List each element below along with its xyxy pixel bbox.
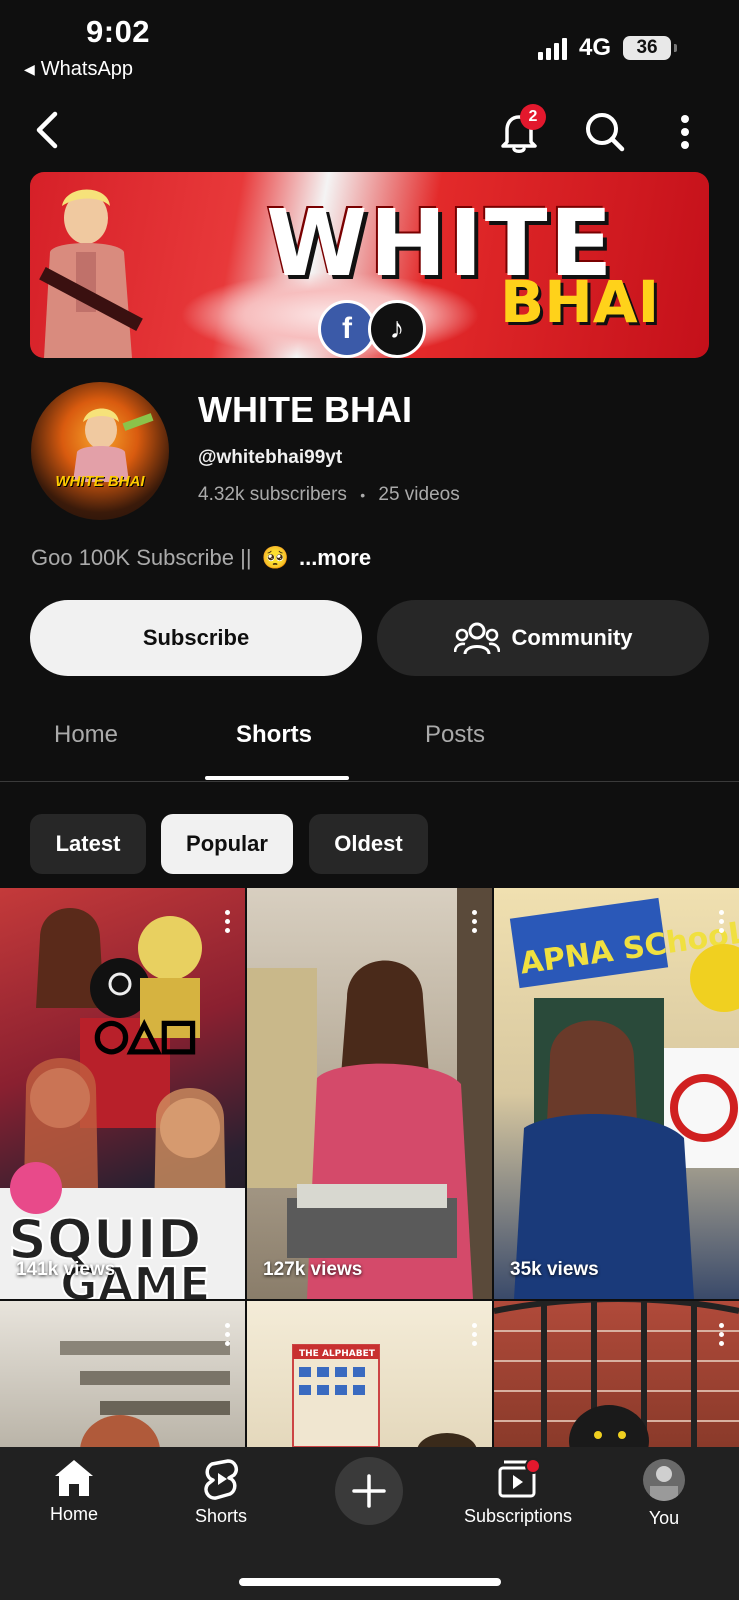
battery-icon: 36: [623, 36, 678, 60]
community-button[interactable]: Community: [377, 600, 709, 676]
svg-text:○△□: ○△□: [94, 1012, 197, 1058]
filter-chip-popular[interactable]: Popular: [161, 814, 293, 874]
tab-shorts[interactable]: Shorts: [236, 721, 312, 749]
short-more-icon[interactable]: [225, 1323, 231, 1346]
back-app-label: WhatsApp: [40, 58, 134, 80]
status-indicators: 4G 36: [538, 34, 678, 62]
subscriber-count: 4.32k subscribers: [198, 484, 347, 505]
create-button[interactable]: [335, 1457, 403, 1525]
svg-text:THE ALPHABET: THE ALPHABET: [299, 1349, 376, 1359]
back-button[interactable]: [26, 106, 66, 154]
signal-icon: [538, 36, 567, 60]
nav-home-label: Home: [49, 1504, 98, 1524]
stairs-thumbnail-image: [60, 1341, 230, 1447]
short-more-icon[interactable]: [472, 910, 478, 933]
search-icon: [586, 113, 625, 152]
back-to-app-link[interactable]: ◀ WhatsApp: [24, 58, 133, 81]
avatar-text: WHITE BHAI: [55, 473, 145, 490]
back-triangle-icon: ◀: [24, 61, 35, 77]
channel-name: WHITE BHAI: [198, 389, 412, 430]
back-arrow-icon: [36, 111, 58, 149]
banner-character-image: [39, 189, 143, 358]
short-thumbnail[interactable]: 127k views: [247, 888, 492, 1299]
nav-you-label: You: [648, 1508, 680, 1528]
tabs-divider: [0, 781, 739, 782]
video-count: 25 videos: [378, 484, 460, 505]
channel-banner: WHITE BHAI f ♪: [30, 172, 709, 358]
more-link[interactable]: ...more: [299, 545, 371, 571]
short-more-icon[interactable]: [225, 910, 231, 933]
short-views: 141k views: [16, 1259, 116, 1280]
nav-you[interactable]: You: [636, 1458, 692, 1529]
status-time: 9:02: [86, 14, 151, 49]
nav-subscriptions-label: Subscriptions: [463, 1506, 573, 1526]
subscriptions-icon: [498, 1458, 540, 1498]
more-vert-icon: [681, 115, 689, 149]
short-thumbnail[interactable]: [0, 1301, 245, 1447]
avatar-character-image: [73, 408, 154, 482]
apna-school-thumbnail-image: APNA SChooL: [509, 897, 739, 1299]
brick-cage-thumbnail-image: [494, 1301, 739, 1447]
nav-shorts-label: Shorts: [194, 1506, 248, 1526]
nav-home[interactable]: Home: [44, 1458, 104, 1525]
short-thumbnail[interactable]: [494, 1301, 739, 1447]
channel-description[interactable]: Goo 100K Subscribe || 🥺 ...more: [31, 545, 371, 571]
shorts-icon: [204, 1459, 238, 1500]
squid-game-thumbnail-image: SQUID GAME ○△□: [0, 908, 245, 1299]
nav-subscriptions[interactable]: Subscriptions: [458, 1458, 578, 1527]
avatar: [643, 1459, 685, 1501]
short-thumbnail[interactable]: SQUID GAME ○△□ 141k views: [0, 888, 245, 1299]
community-label: Community: [511, 625, 633, 650]
short-views: 127k views: [263, 1259, 363, 1280]
filter-chip-oldest[interactable]: Oldest: [309, 814, 428, 874]
banner-subtitle: BHAI: [500, 268, 660, 336]
home-indicator: [239, 1578, 501, 1586]
tab-home[interactable]: Home: [54, 721, 118, 749]
notification-badge: 2: [520, 104, 546, 130]
filter-chip-latest[interactable]: Latest: [30, 814, 146, 874]
short-more-icon[interactable]: [719, 1323, 725, 1346]
pleading-face-emoji: 🥺: [261, 545, 289, 570]
channel-handle: @whitebhai99yt: [198, 447, 343, 468]
short-more-icon[interactable]: [719, 910, 725, 933]
subscribe-button[interactable]: Subscribe: [30, 600, 362, 676]
nav-shorts[interactable]: Shorts: [186, 1458, 256, 1527]
short-more-icon[interactable]: [472, 1323, 478, 1346]
stats-separator: •: [360, 487, 366, 503]
home-icon: [55, 1460, 93, 1496]
alphabet-chart-thumbnail-image: THE ALPHABET: [292, 1344, 477, 1447]
channel-avatar[interactable]: WHITE BHAI: [31, 382, 169, 520]
search-button[interactable]: [582, 108, 628, 156]
more-options-button[interactable]: [672, 108, 698, 156]
tab-posts[interactable]: Posts: [425, 721, 485, 749]
saree-woman-thumbnail-image: [247, 888, 492, 1299]
description-text: Goo 100K Subscribe ||: [31, 545, 252, 570]
channel-stats: 4.32k subscribers • 25 videos: [198, 484, 460, 506]
short-thumbnail[interactable]: APNA SChooL 35k views: [494, 888, 739, 1299]
tiktok-icon: ♪: [368, 300, 426, 358]
active-tab-indicator: [205, 776, 349, 780]
short-thumbnail[interactable]: THE ALPHABET: [247, 1301, 492, 1447]
community-icon: [453, 622, 500, 655]
banner-social-icons: f ♪: [318, 300, 426, 358]
short-views: 35k views: [510, 1259, 599, 1280]
network-type: 4G: [579, 34, 612, 61]
plus-icon: [352, 1474, 386, 1508]
